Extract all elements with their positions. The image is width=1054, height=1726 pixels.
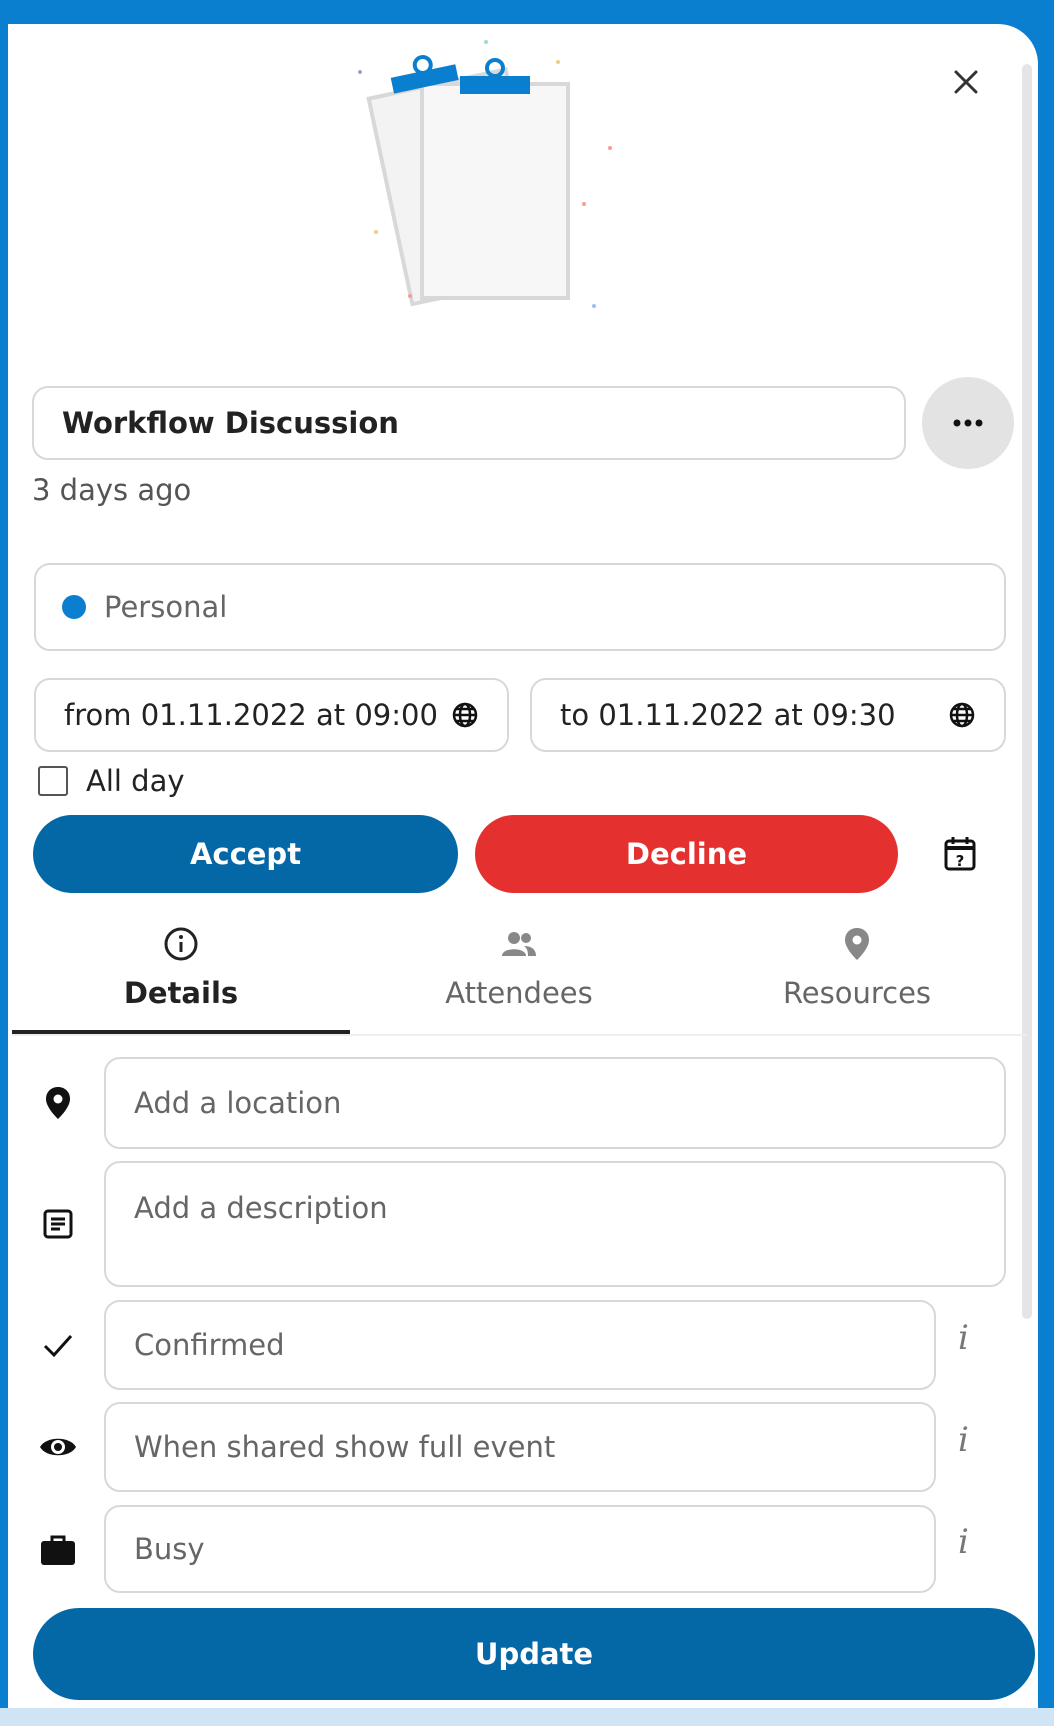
location-icon: [38, 1083, 78, 1123]
event-title-input[interactable]: Workflow Discussion: [32, 386, 906, 460]
map-pin-icon: [845, 928, 869, 960]
globe-icon[interactable]: [451, 701, 479, 729]
all-day-toggle[interactable]: All day: [38, 764, 185, 798]
description-input[interactable]: Add a description: [104, 1161, 1006, 1287]
location-input[interactable]: Add a location: [104, 1057, 1006, 1149]
scrollbar[interactable]: [1022, 64, 1032, 1319]
tab-attendees-label: Attendees: [445, 976, 593, 1010]
end-datetime-text: to 01.11.2022 at 09:30: [560, 698, 896, 732]
all-day-checkbox[interactable]: [38, 766, 68, 796]
availability-info-icon[interactable]: i: [958, 1522, 969, 1562]
description-icon: [38, 1204, 78, 1244]
calendar-picker[interactable]: Personal: [34, 563, 1006, 651]
access-info-icon[interactable]: i: [958, 1420, 969, 1460]
tab-bar: Details Attendees Resources: [12, 910, 1026, 1036]
tab-attendees[interactable]: Attendees: [350, 910, 688, 1034]
tab-details[interactable]: Details: [12, 910, 350, 1034]
check-icon: [38, 1325, 78, 1365]
globe-icon[interactable]: [948, 701, 976, 729]
window-bottom-edge: [0, 1708, 1054, 1726]
active-tab-indicator: [12, 1030, 350, 1034]
clipboard-illustration: [358, 40, 612, 308]
tab-resources-label: Resources: [782, 976, 932, 1010]
eye-icon: [38, 1427, 78, 1467]
decline-button[interactable]: Decline: [475, 815, 898, 893]
window-top-bar: [0, 0, 1054, 12]
calendar-name: Personal: [104, 590, 228, 624]
more-actions-button[interactable]: [922, 377, 1014, 469]
close-icon: [954, 70, 978, 94]
all-day-label: All day: [86, 764, 185, 798]
more-icon: [953, 419, 983, 427]
access-class-select[interactable]: When shared show full event: [104, 1402, 936, 1492]
svg-text:?: ?: [956, 852, 965, 870]
tab-details-label: Details: [123, 976, 239, 1010]
info-icon: [164, 927, 198, 961]
availability-select[interactable]: Busy: [104, 1505, 936, 1593]
end-datetime-picker[interactable]: to 01.11.2022 at 09:30: [530, 678, 1006, 752]
tab-resources[interactable]: Resources: [688, 910, 1026, 1034]
accept-button[interactable]: Accept: [33, 815, 458, 893]
status-info-icon[interactable]: i: [958, 1318, 969, 1358]
start-datetime-picker[interactable]: from 01.11.2022 at 09:00: [34, 678, 509, 752]
status-select[interactable]: Confirmed: [104, 1300, 936, 1390]
calendar-color-dot: [62, 595, 86, 619]
briefcase-icon: [38, 1530, 78, 1570]
calendar-tentative-icon[interactable]: ?: [940, 833, 980, 873]
update-button[interactable]: Update: [33, 1608, 1035, 1700]
close-button[interactable]: [946, 62, 986, 102]
start-datetime-text: from 01.11.2022 at 09:00: [64, 698, 438, 732]
last-modified-text: 3 days ago: [32, 473, 192, 507]
people-icon: [502, 932, 536, 956]
